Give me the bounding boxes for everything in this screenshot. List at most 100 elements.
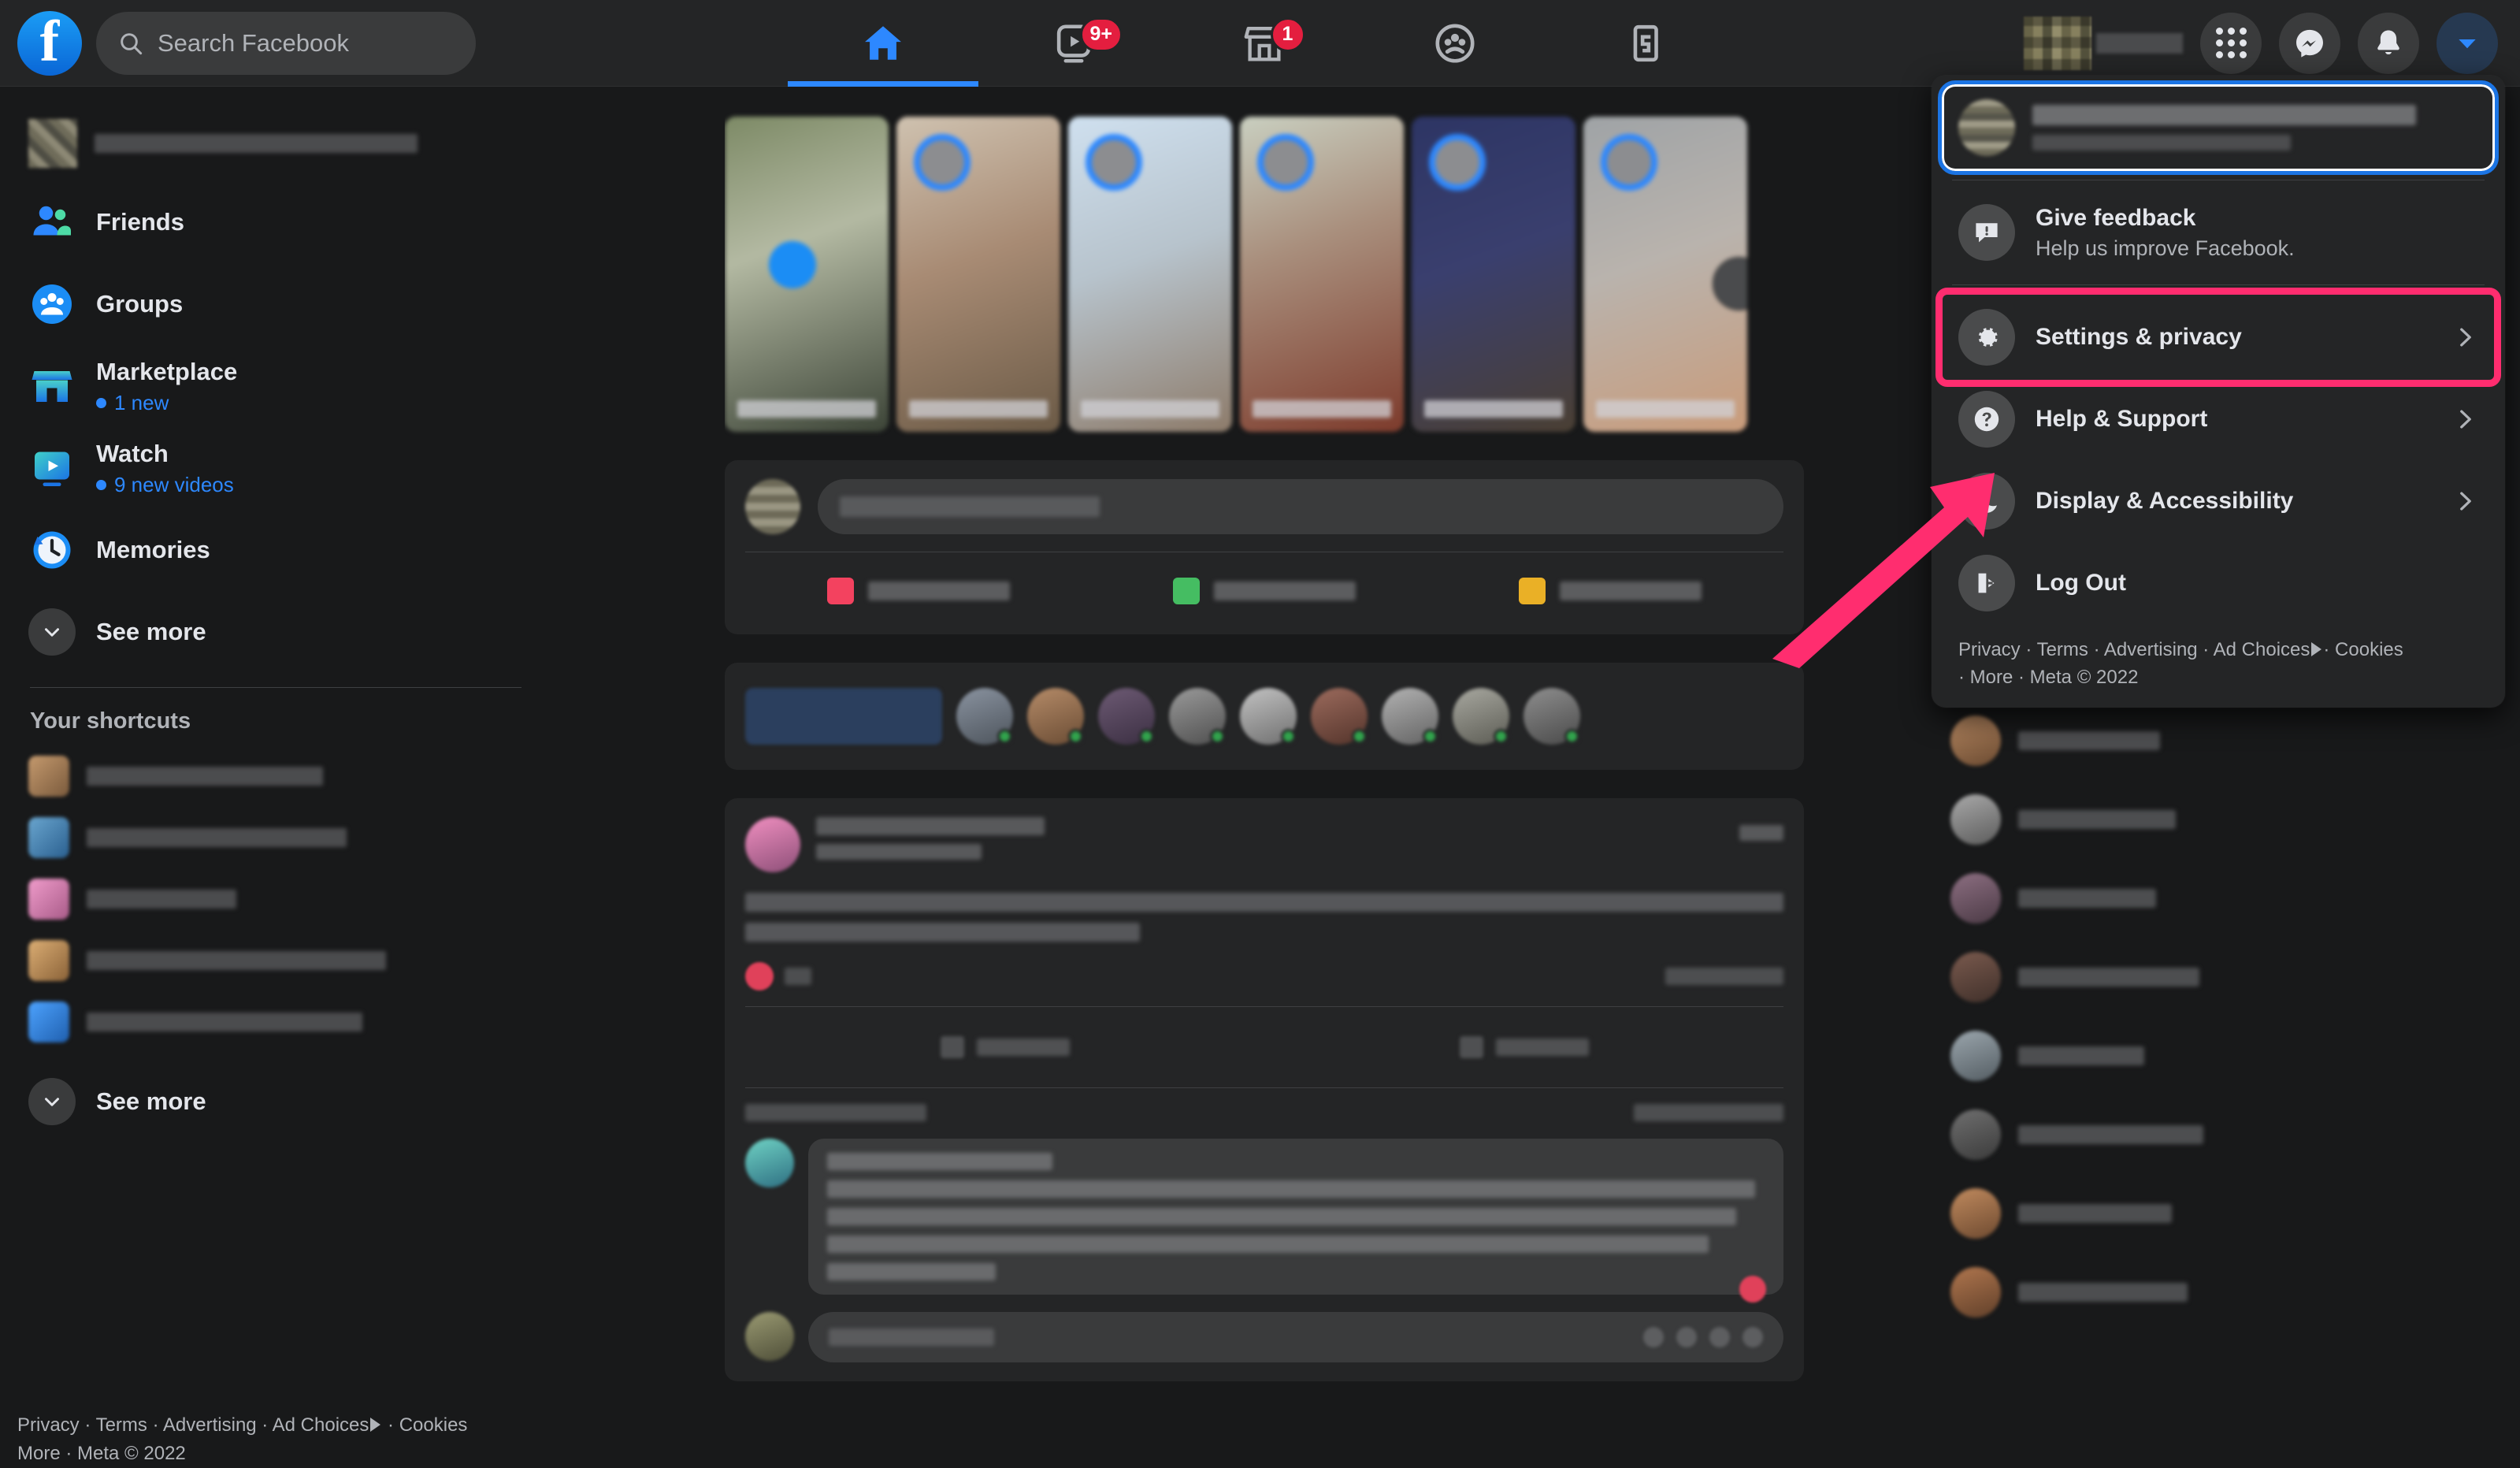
create-story-card[interactable] xyxy=(725,117,889,432)
post-text-redacted xyxy=(745,923,1140,942)
contact-avatar[interactable] xyxy=(1382,688,1438,745)
menu-item-display-accessibility[interactable]: Display & Accessibility xyxy=(1944,460,2492,542)
messenger-button[interactable] xyxy=(2279,12,2340,74)
story-card[interactable] xyxy=(896,117,1060,432)
post-options-button[interactable] xyxy=(1739,825,1783,841)
camera-icon[interactable] xyxy=(1676,1327,1697,1347)
comment-input[interactable] xyxy=(808,1312,1783,1362)
story-card[interactable] xyxy=(1068,117,1232,432)
list-item[interactable] xyxy=(17,745,534,807)
menu-footer-line1[interactable]: Privacy · Terms · Advertising · Ad Choic… xyxy=(1958,639,2310,660)
live-video-button[interactable] xyxy=(745,567,1091,615)
contact-avatar[interactable] xyxy=(1240,688,1297,745)
list-item[interactable] xyxy=(17,930,534,991)
comment-sort-redacted[interactable] xyxy=(1634,1104,1783,1121)
topbar-left-group: Search Facebook xyxy=(0,10,504,76)
list-item[interactable] xyxy=(17,991,534,1053)
sidebar-item-badge: 9 new videos xyxy=(96,473,234,497)
sidebar-item-watch[interactable]: Watch 9 new videos xyxy=(17,427,534,509)
sticker-icon[interactable] xyxy=(1742,1327,1763,1347)
contact-avatar[interactable] xyxy=(1311,688,1368,745)
post-author-redacted xyxy=(816,817,1045,835)
list-item[interactable] xyxy=(1939,1174,2503,1253)
list-item[interactable] xyxy=(1939,780,2503,859)
menu-item-log-out[interactable]: Log Out xyxy=(1944,542,2492,624)
ad-choices-icon xyxy=(370,1418,381,1432)
list-item[interactable] xyxy=(1939,701,2503,780)
contact-avatar[interactable] xyxy=(956,688,1013,745)
shortcut-label-redacted xyxy=(87,951,386,970)
story-card[interactable] xyxy=(1583,117,1747,432)
contact-avatar[interactable] xyxy=(1524,688,1580,745)
comment-count-redacted[interactable] xyxy=(1665,968,1783,985)
list-item[interactable] xyxy=(1939,1016,2503,1095)
menu-footer-line3[interactable]: · More · Meta © 2022 xyxy=(1958,667,2138,688)
topbar-profile-chip[interactable] xyxy=(2024,15,2183,72)
footer-line-1: Privacy · Terms · Advertising · Ad Choic… xyxy=(17,1411,553,1440)
sidebar-item-marketplace[interactable]: Marketplace 1 new xyxy=(17,345,534,427)
footer-links-line1[interactable]: Privacy · Terms · Advertising · Ad Choic… xyxy=(17,1414,369,1436)
nav-tab-gaming[interactable] xyxy=(1550,0,1741,87)
sidebar-item-friends[interactable]: Friends xyxy=(17,181,534,263)
sidebar-item-memories[interactable]: Memories xyxy=(17,509,534,591)
footer-copyright: Meta © 2022 xyxy=(77,1443,186,1464)
gif-icon[interactable] xyxy=(1709,1327,1730,1347)
search-placeholder: Search Facebook xyxy=(158,28,349,57)
sidebar-profile-name-redacted xyxy=(95,134,418,153)
emoji-icon[interactable] xyxy=(1643,1327,1664,1347)
new-dot-icon xyxy=(96,397,106,408)
nav-tab-watch[interactable]: 9+ xyxy=(978,0,1169,87)
menu-footer-line2[interactable]: · Cookies xyxy=(2323,639,2403,660)
footer-cookies[interactable]: · Cookies xyxy=(382,1414,467,1436)
feeling-activity-button[interactable] xyxy=(1438,567,1783,615)
like-button[interactable] xyxy=(745,1023,1264,1072)
nav-tab-marketplace[interactable]: 1 xyxy=(1169,0,1360,87)
feedback-icon xyxy=(1958,204,2015,261)
comment-author-redacted xyxy=(827,1153,1052,1170)
menu-profile-row[interactable] xyxy=(1938,80,2499,175)
menu-profile-name-redacted xyxy=(2032,105,2416,125)
reaction-count-redacted xyxy=(785,968,811,985)
list-item[interactable] xyxy=(1939,938,2503,1016)
list-item[interactable] xyxy=(1939,1095,2503,1174)
composer-input[interactable] xyxy=(818,479,1783,534)
stories-next-button[interactable] xyxy=(1713,257,1747,310)
contact-name-redacted xyxy=(2018,1283,2188,1302)
sidebar-see-more-button[interactable]: See more xyxy=(17,591,534,673)
contact-avatar[interactable] xyxy=(1453,688,1509,745)
shortcuts-see-more-button[interactable]: See more xyxy=(17,1061,534,1143)
shortcut-label-redacted xyxy=(87,1013,362,1031)
comment-bubble xyxy=(808,1139,1783,1303)
list-item[interactable] xyxy=(17,807,534,868)
facebook-logo-icon[interactable] xyxy=(17,10,82,76)
footer-links-line2[interactable]: More · xyxy=(17,1443,77,1464)
photo-video-button[interactable] xyxy=(1091,567,1437,615)
story-card[interactable] xyxy=(1412,117,1575,432)
menu-item-settings-privacy[interactable]: Settings & privacy xyxy=(1935,288,2501,387)
avatar[interactable] xyxy=(745,1139,794,1187)
nav-tab-groups[interactable] xyxy=(1360,0,1550,87)
account-dropdown-button[interactable] xyxy=(2436,12,2498,74)
nav-tab-home[interactable] xyxy=(787,0,978,87)
avatar[interactable] xyxy=(745,817,800,872)
menu-item-give-feedback[interactable]: Give feedback Help us improve Facebook. xyxy=(1944,191,2492,273)
create-reel-button[interactable] xyxy=(745,688,942,745)
sidebar-item-groups[interactable]: Groups xyxy=(17,263,534,345)
menu-item-help-support[interactable]: Help & Support xyxy=(1944,378,2492,460)
comment-button[interactable] xyxy=(1264,1023,1783,1072)
notifications-button[interactable] xyxy=(2358,12,2419,74)
photo-video-icon xyxy=(1172,578,1200,604)
list-item[interactable] xyxy=(1939,1253,2503,1332)
story-card[interactable] xyxy=(1240,117,1404,432)
grid-menu-button[interactable] xyxy=(2200,12,2262,74)
list-item[interactable] xyxy=(17,868,534,930)
contact-name-redacted xyxy=(2018,1046,2144,1065)
view-more-comments-redacted[interactable] xyxy=(745,1104,926,1121)
contact-avatar[interactable] xyxy=(1027,688,1084,745)
contact-avatar[interactable] xyxy=(1169,688,1226,745)
search-input[interactable]: Search Facebook xyxy=(96,11,476,75)
list-item[interactable] xyxy=(1939,859,2503,938)
contact-avatar[interactable] xyxy=(1098,688,1155,745)
sidebar-profile-row[interactable] xyxy=(17,106,534,181)
comment-label-redacted xyxy=(1495,1039,1589,1056)
